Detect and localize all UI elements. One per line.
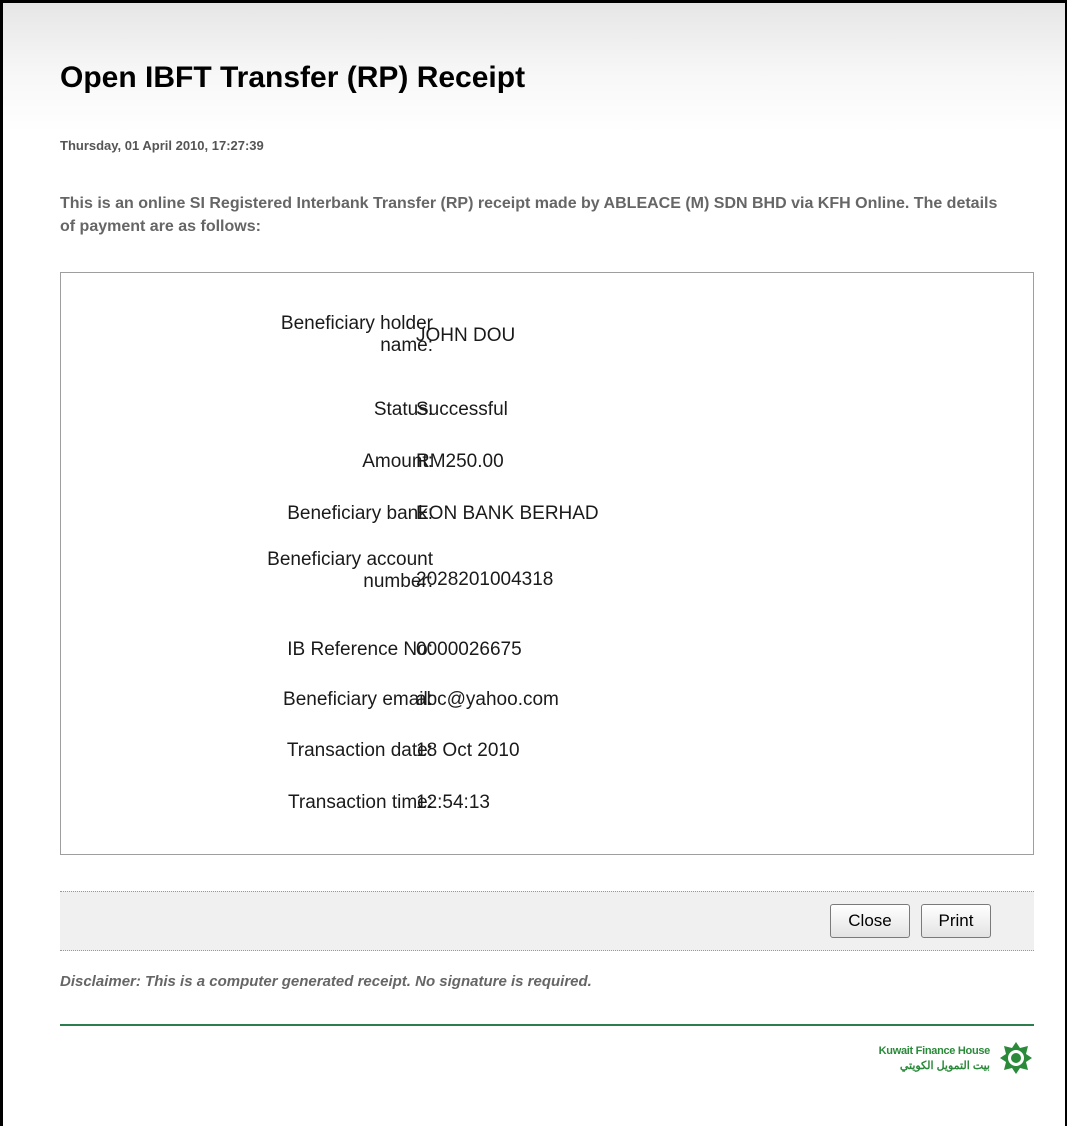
detail-label: IB Reference No:	[287, 639, 433, 660]
detail-label: Amount:	[362, 451, 433, 472]
detail-value: 2028201004318	[416, 569, 554, 590]
receipt-timestamp: Thursday, 01 April 2010, 17:27:39	[60, 138, 264, 153]
detail-value: 0000026675	[416, 639, 522, 660]
close-button[interactable]: Close	[830, 904, 910, 938]
detail-value: EON BANK BERHAD	[416, 503, 599, 524]
detail-label: Transaction date:	[286, 740, 433, 761]
detail-value: 18 Oct 2010	[416, 740, 520, 761]
detail-label: Status:	[373, 399, 433, 420]
footer-divider	[60, 1024, 1034, 1026]
logo-name-ar: بيت التمويل الكويتي	[899, 1060, 990, 1072]
detail-label: Transaction time:	[287, 792, 433, 813]
action-bar: Close Print	[60, 891, 1034, 951]
kfh-logo: Kuwait Finance House بيت التمويل الكويتي	[838, 1040, 1034, 1080]
intro-text: This is an online SI Registered Interban…	[60, 195, 998, 235]
detail-value: 12:54:13	[416, 792, 490, 813]
logo-name-en: Kuwait Finance House	[878, 1045, 991, 1057]
detail-value: abc@yahoo.com	[416, 689, 559, 710]
detail-label: Beneficiary account number:	[267, 549, 433, 592]
detail-label: Beneficiary holder name:	[280, 313, 433, 356]
payment-details-box: Beneficiary holder name: JOHN DOU Status…	[60, 272, 1034, 855]
disclaimer-text: Disclaimer: This is a computer generated…	[60, 973, 592, 990]
detail-value: RM250.00	[416, 451, 504, 472]
kfh-emblem-icon	[1000, 1042, 1032, 1074]
page-title: Open IBFT Transfer (RP) Receipt	[60, 61, 526, 94]
detail-value: Successful	[416, 399, 508, 420]
detail-label: Beneficiary bank:	[287, 503, 433, 524]
print-button[interactable]: Print	[921, 904, 991, 938]
receipt-window: Open IBFT Transfer (RP) Receipt Thursday…	[0, 0, 1067, 1126]
detail-value: JOHN DOU	[416, 325, 516, 346]
detail-label: Beneficiary email:	[283, 689, 433, 710]
